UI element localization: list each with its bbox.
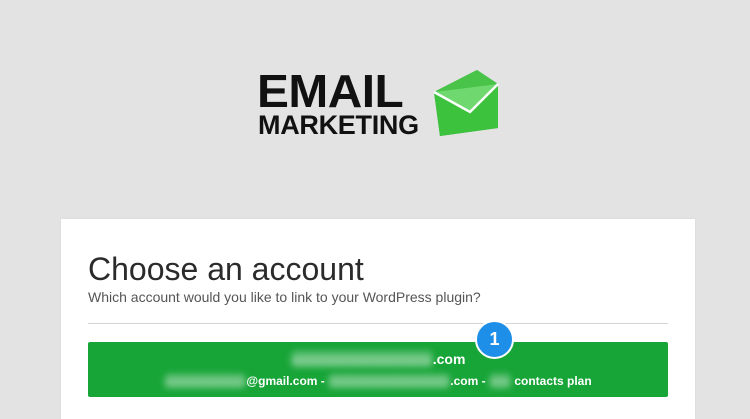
account-chooser-card: Choose an account Which account would yo… — [61, 219, 695, 419]
step-number-badge: 1 — [475, 320, 514, 359]
account-details-line: xxxxxxxxxxxx@gmail.com - xxxxxxxxxxxxxxx… — [88, 373, 668, 389]
contacts-plan-text: contacts plan — [511, 374, 592, 388]
email-marketing-logo: EMAIL MARKETING — [257, 68, 502, 140]
separator-text: - — [317, 374, 329, 388]
account-domain-text: .com — [432, 351, 466, 367]
logo-text-email: EMAIL — [257, 65, 404, 117]
envelope-icon — [433, 70, 499, 136]
account-site-domain: .com — [450, 374, 479, 388]
redacted-email-user: xxxxxxxxxxxx — [165, 373, 246, 389]
redacted-contact-count: xxx — [489, 373, 510, 389]
logo-text-marketing: MARKETING — [258, 110, 419, 140]
page-subtitle: Which account would you like to link to … — [88, 289, 481, 305]
account-select-button[interactable]: xxxxxxxxxxxxxxxxxx.com xxxxxxxxxxxx@gmai… — [88, 342, 668, 397]
account-email-suffix: @gmail.com — [246, 374, 318, 388]
divider — [88, 323, 668, 324]
page-title: Choose an account — [88, 251, 364, 287]
redacted-site-name: xxxxxxxxxxxxxxxxxx — [329, 373, 450, 389]
account-title-line: xxxxxxxxxxxxxxxxxx.com — [88, 350, 668, 368]
separator-text-2: - — [478, 374, 489, 388]
redacted-account-name: xxxxxxxxxxxxxxxxxx — [291, 350, 432, 368]
